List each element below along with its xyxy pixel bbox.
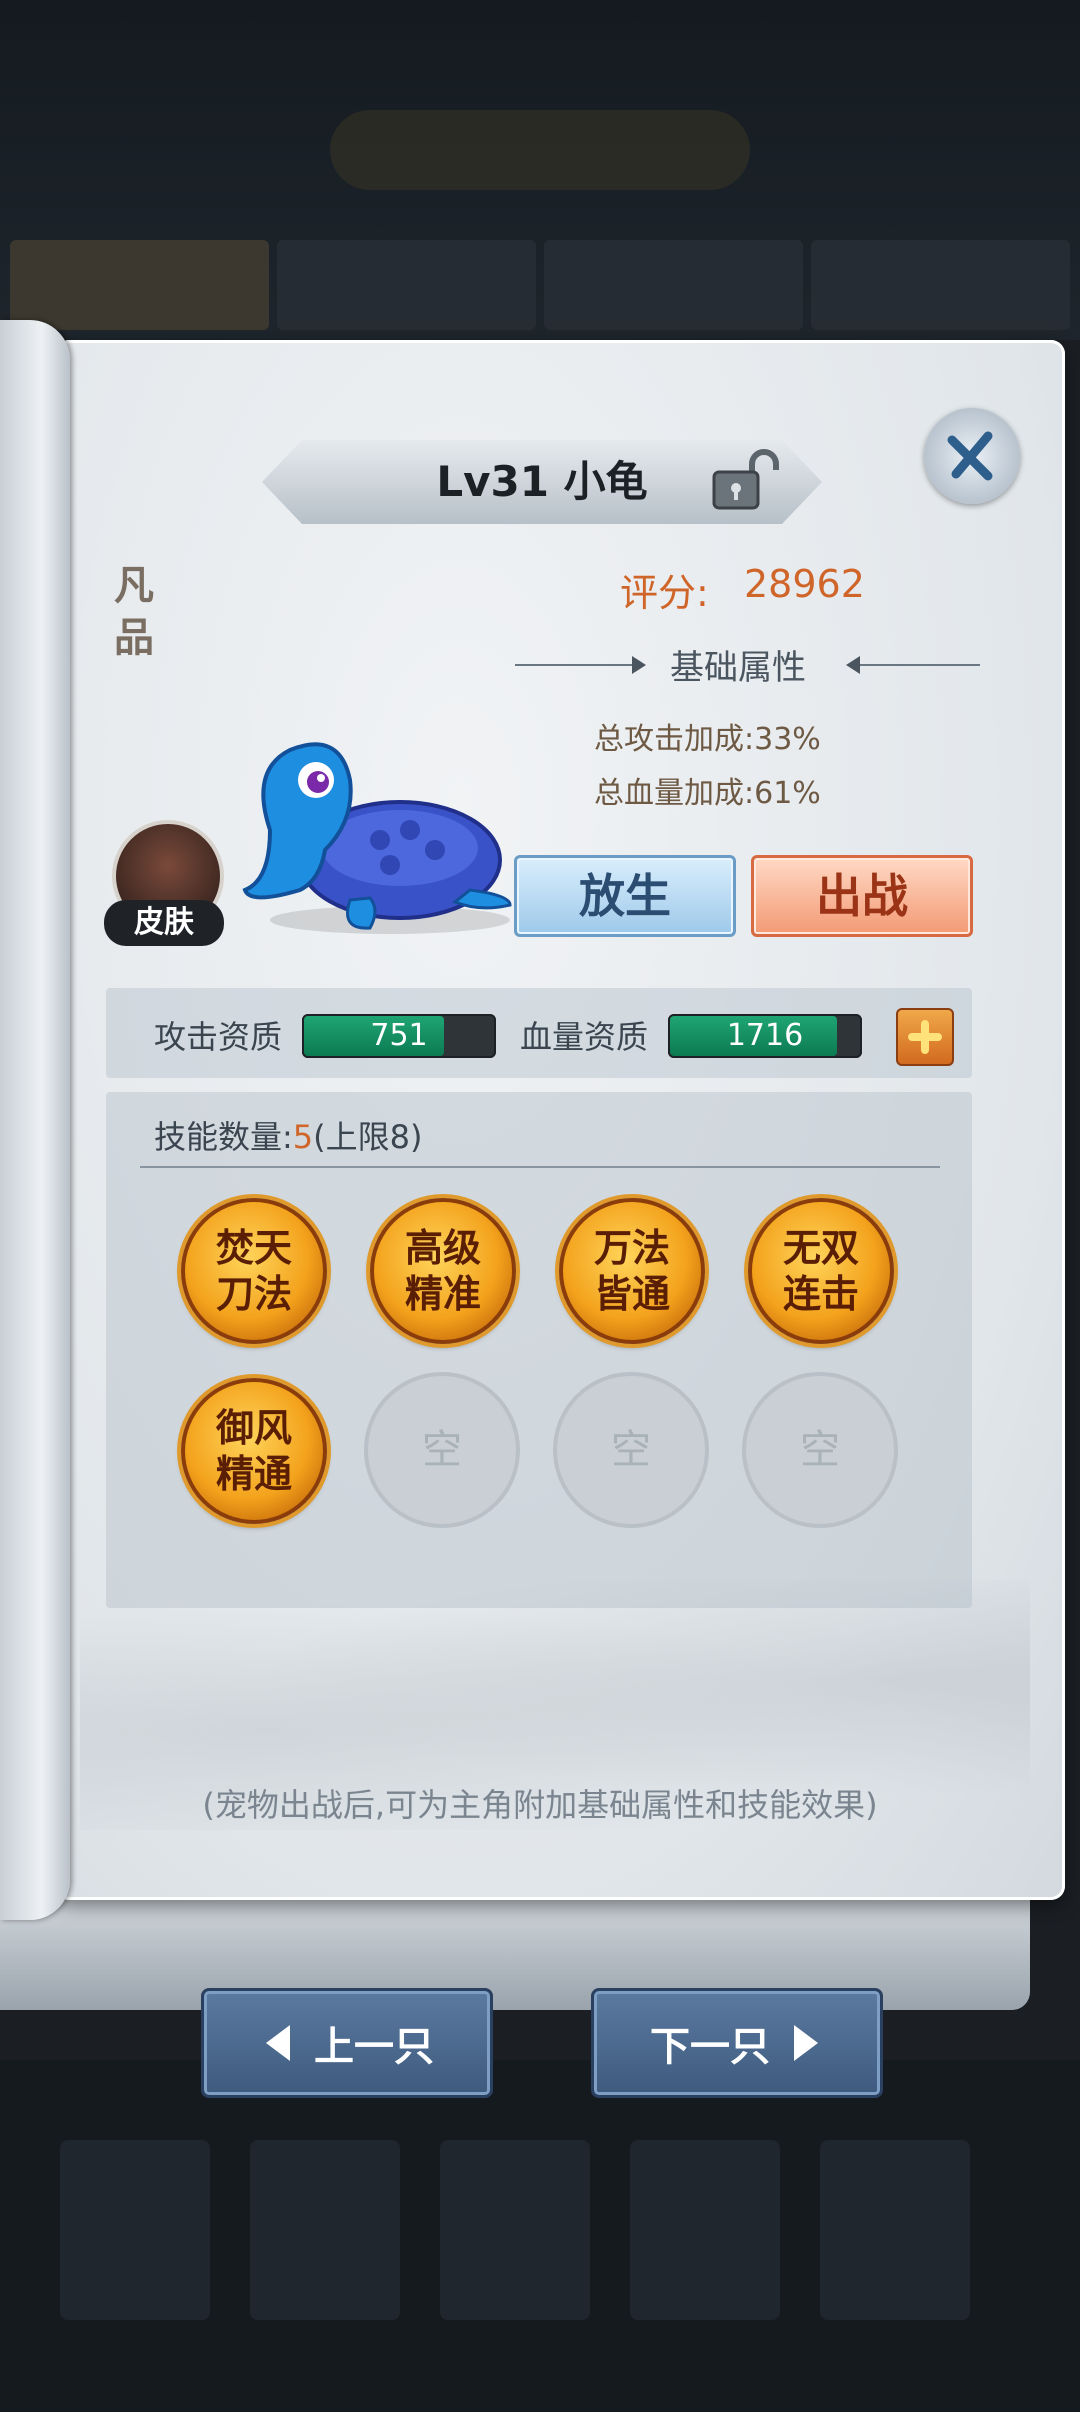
skill-slot-1[interactable]: 焚天 刀法: [181, 1198, 327, 1344]
stat-value: 33%: [754, 722, 821, 757]
background-pet-slot: [60, 2140, 210, 2320]
skin-button[interactable]: 皮肤: [104, 820, 224, 950]
background-tab: [544, 240, 803, 330]
attack-aptitude-label: 攻击资质: [154, 1018, 283, 1056]
arrow-left-icon: [266, 2025, 290, 2061]
background-tab: [811, 240, 1070, 330]
section-arrow-left: [632, 656, 646, 674]
add-aptitude-button[interactable]: [896, 1008, 954, 1066]
background-tab: [277, 240, 536, 330]
background-tabs: [0, 240, 1080, 330]
skill-slot-empty[interactable]: 空: [364, 1372, 520, 1528]
stat-total-attack: 总攻击加成:33%: [594, 714, 821, 758]
section-arrow-right: [846, 656, 860, 674]
attack-aptitude-bar: 751: [302, 1014, 496, 1058]
close-icon: [947, 431, 993, 481]
background-pet-slot: [820, 2140, 970, 2320]
deploy-hint-text: (宠物出战后,可为主角附加基础属性和技能效果): [202, 1786, 878, 1824]
skill-count-value: 5: [292, 1118, 314, 1156]
stat-total-hp: 总血量加成:61%: [594, 768, 821, 812]
pet-grade: 凡品: [114, 563, 154, 661]
pet-turtle-image: [242, 742, 512, 934]
attack-aptitude-value: 751: [370, 1018, 428, 1053]
skill-slot-3[interactable]: 万法 皆通: [559, 1198, 705, 1344]
skill-count-label: 技能数量:: [154, 1118, 293, 1156]
next-pet-button[interactable]: 下一只: [591, 1988, 883, 2098]
skin-label: 皮肤: [104, 900, 224, 946]
base-attributes-title: 基础属性: [670, 648, 806, 688]
score-label: 评分:: [620, 571, 709, 615]
background-title-plate: [330, 110, 750, 190]
skill-slot-5[interactable]: 御风 精通: [181, 1378, 327, 1524]
skill-slot-empty[interactable]: 空: [742, 1372, 898, 1528]
section-divider-left: [515, 664, 635, 666]
skill-slot-empty[interactable]: 空: [553, 1372, 709, 1528]
hp-aptitude-label: 血量资质: [520, 1018, 649, 1056]
score-value: 28962: [744, 562, 865, 606]
skill-count-limit: (上限8): [313, 1118, 423, 1156]
skill-slot-2[interactable]: 高级 精准: [370, 1198, 516, 1344]
arrow-right-icon: [794, 2025, 818, 2061]
background-pet-slot: [440, 2140, 590, 2320]
deploy-button[interactable]: 出战: [751, 855, 973, 937]
skills-panel: [106, 1092, 972, 1608]
hp-aptitude-bar: 1716: [668, 1014, 862, 1058]
lock-icon[interactable]: [712, 448, 782, 512]
skill-slot-4[interactable]: 无双 连击: [748, 1198, 894, 1344]
section-divider-right: [860, 664, 980, 666]
plus-icon: [908, 1020, 942, 1054]
background-pet-slot: [250, 2140, 400, 2320]
skills-divider: [140, 1166, 940, 1168]
skill-count: 技能数量:5(上限8): [154, 1112, 423, 1158]
previous-pet-label: 上一只: [314, 2024, 434, 2070]
stat-value: 61%: [754, 776, 821, 811]
hp-aptitude-value: 1716: [726, 1018, 804, 1053]
stat-label: 总攻击加成:: [594, 722, 755, 757]
stat-label: 总血量加成:: [594, 776, 755, 811]
book-spine: [0, 320, 70, 1920]
close-button[interactable]: [924, 408, 1020, 504]
background-tab: [10, 240, 269, 330]
previous-pet-button[interactable]: 上一只: [201, 1988, 493, 2098]
next-pet-label: 下一只: [650, 2024, 770, 2070]
release-button[interactable]: 放生: [514, 855, 736, 937]
background-pet-slot: [630, 2140, 780, 2320]
